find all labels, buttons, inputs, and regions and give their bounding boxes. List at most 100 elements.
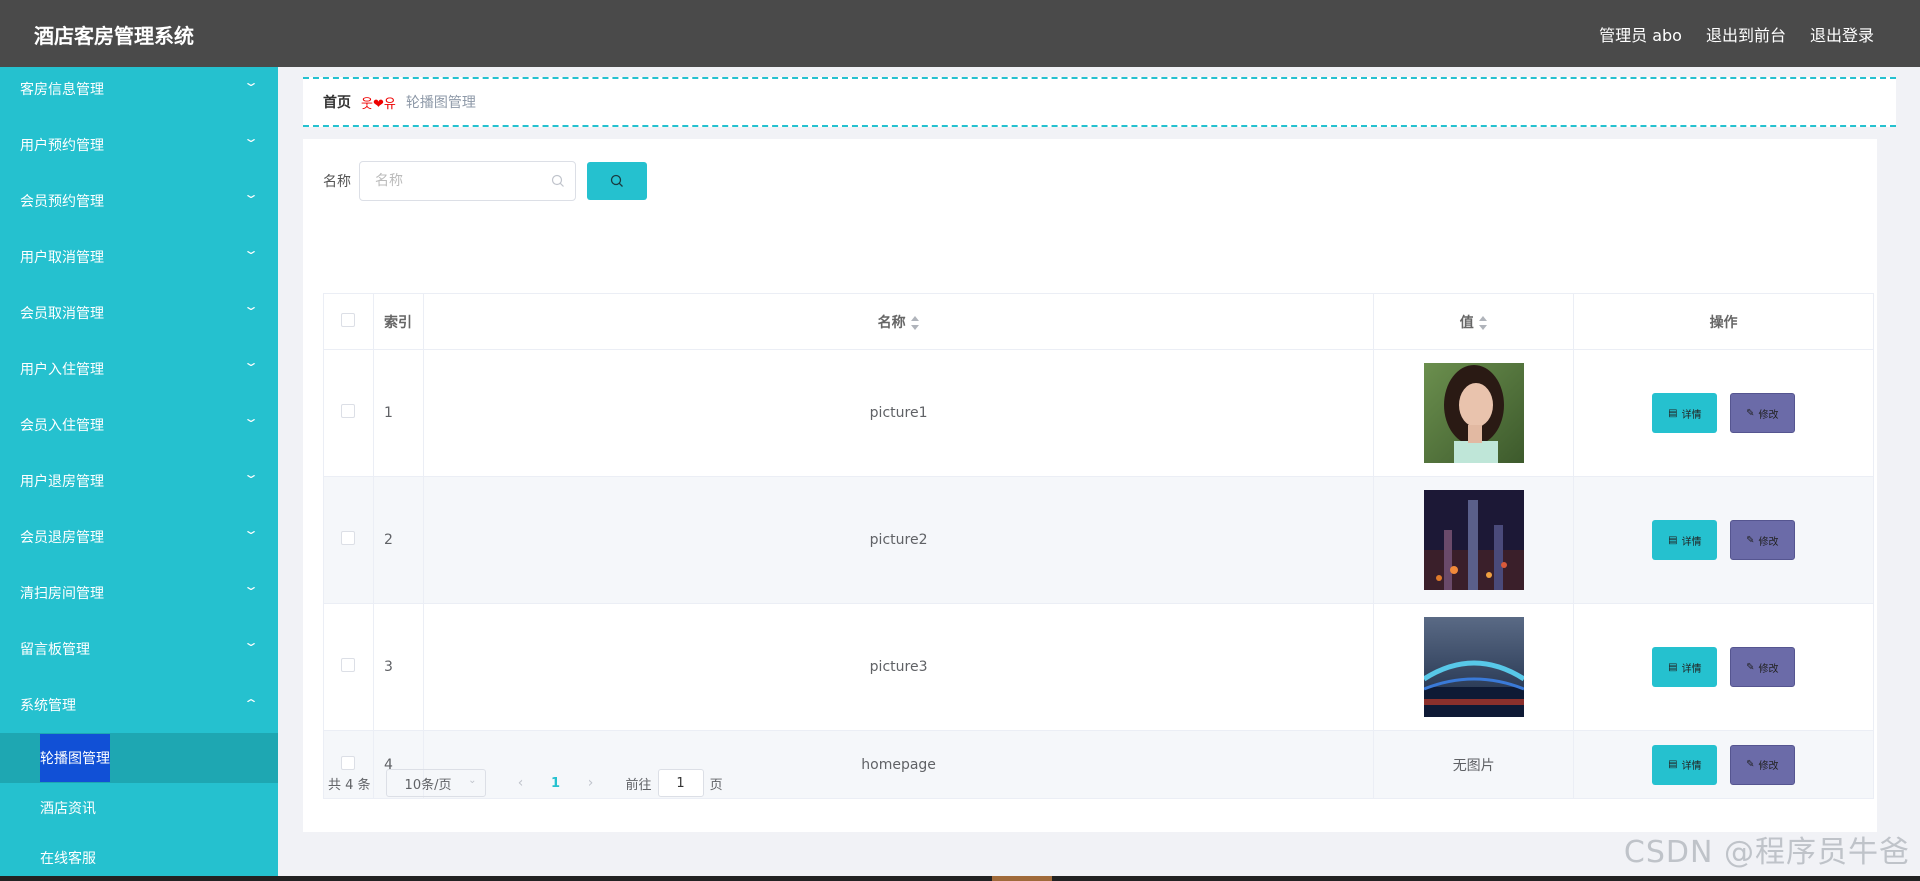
edit-label: 修改 (1758, 663, 1779, 675)
chevron-down-icon: ⌄ (242, 355, 260, 369)
header-name[interactable]: 名称 (422, 293, 1375, 350)
edit-button[interactable]: ✎ 修改 (1729, 393, 1795, 433)
edit-button[interactable]: ✎ 修改 (1729, 744, 1795, 785)
breadcrumb-current: 轮播图管理 (405, 95, 476, 111)
row-select-cell (323, 476, 374, 604)
row-checkbox[interactable] (341, 755, 356, 770)
edit-label: 修改 (1758, 536, 1779, 548)
sidebar-item-member-booking[interactable]: 会员预约管理 ⌄ (0, 173, 278, 229)
sort-icon[interactable] (1478, 315, 1488, 330)
chevron-down-icon: ⌄ (242, 299, 260, 313)
row-value (1373, 476, 1575, 604)
detail-button[interactable]: ▤ 详情 (1652, 393, 1718, 433)
pencil-icon: ✎ (1746, 534, 1755, 546)
row-value (1373, 349, 1575, 477)
detail-button[interactable]: ▤ 详情 (1652, 520, 1718, 560)
prev-page-button[interactable]: ‹ (506, 775, 536, 791)
detail-button[interactable]: ▤ 详情 (1652, 647, 1718, 687)
row-checkbox[interactable] (341, 404, 356, 418)
goto-label: 前往 (625, 777, 652, 793)
row-index: 1 (372, 349, 424, 477)
sidebar-item-label: 会员取消管理 (20, 306, 104, 322)
sidebar-subitem-label: 酒店资讯 (40, 801, 96, 817)
sidebar-subitem-label: 在线客服 (40, 851, 96, 867)
sidebar-item-member-cancel[interactable]: 会员取消管理 ⌄ (0, 285, 278, 341)
detail-label: 详情 (1681, 536, 1702, 548)
bridge-thumbnail (1423, 617, 1524, 717)
row-actions: ▤ 详情 ✎ 修改 (1573, 476, 1874, 604)
sort-icon[interactable] (910, 315, 920, 330)
chevron-down-icon: ⌄ (242, 243, 260, 257)
search-label: 名称 (323, 174, 351, 190)
chevron-down-icon: ⌄ (242, 635, 260, 649)
next-page-button[interactable]: › (576, 775, 606, 791)
sidebar-item-member-checkin[interactable]: 会员入住管理 ⌄ (0, 397, 278, 453)
header-value-label: 值 (1459, 314, 1474, 331)
chevron-down-icon: ⌄ (242, 75, 260, 89)
row-select-cell (323, 603, 374, 731)
page-number[interactable]: 1 (536, 776, 576, 791)
search-button[interactable] (587, 162, 647, 200)
sidebar-item-label: 留言板管理 (20, 642, 90, 658)
row-index: 2 (372, 476, 424, 604)
edit-button[interactable]: ✎ 修改 (1729, 647, 1795, 687)
edit-button[interactable]: ✎ 修改 (1729, 520, 1795, 560)
sidebar-item-system[interactable]: 系统管理 ⌃ (0, 677, 278, 733)
header-actions: 操作 (1573, 293, 1874, 350)
page-size-select[interactable]: 10条/页 ⌄ (385, 769, 486, 797)
table-row: 3 picture3 ▤ 详情 ✎ 修改 (323, 603, 1874, 731)
sidebar-subitem-hotel-news[interactable]: 酒店资讯 (0, 783, 278, 833)
row-checkbox[interactable] (341, 658, 356, 672)
detail-label: 详情 (1681, 761, 1702, 772)
sidebar: 客房信息管理 ⌄ 用户预约管理 ⌄ 会员预约管理 ⌄ 用户取消管理 ⌄ 会员取消管理 ⌄ … (0, 67, 278, 878)
page-size-value: 10条/页 (404, 777, 452, 793)
detail-label: 详情 (1681, 409, 1702, 421)
sidebar-item-label: 清扫房间管理 (20, 586, 104, 602)
sidebar-item-user-checkout[interactable]: 用户退房管理 ⌄ (0, 453, 278, 509)
search-field-wrapper (359, 161, 576, 201)
sidebar-item-user-booking[interactable]: 用户预约管理 ⌄ (0, 117, 278, 173)
breadcrumb-home[interactable]: 首页 (323, 92, 351, 112)
sidebar-item-room-info[interactable]: 客房信息管理 ⌄ (0, 67, 278, 117)
search-row: 名称 (323, 161, 647, 201)
content-card: 名称 索引 名称 值 操作 (303, 139, 1877, 832)
chevron-down-icon: ⌄ (242, 131, 260, 145)
sidebar-item-label: 客房信息管理 (20, 82, 104, 98)
sidebar-item-label: 会员预约管理 (20, 194, 104, 210)
back-to-front-link[interactable]: 退出到前台 (1706, 22, 1786, 46)
document-icon: ▤ (1668, 534, 1678, 546)
chevron-down-icon: ⌄ (242, 523, 260, 537)
sidebar-item-user-checkin[interactable]: 用户入住管理 ⌄ (0, 341, 278, 397)
row-value (1373, 603, 1575, 731)
sidebar-item-user-cancel[interactable]: 用户取消管理 ⌄ (0, 229, 278, 285)
header-value[interactable]: 值 (1373, 293, 1575, 350)
breadcrumb: 首页 웃❤유 轮播图管理 (303, 77, 1896, 127)
search-icon (610, 174, 623, 187)
chevron-down-icon: ⌄ (242, 579, 260, 593)
chevron-down-icon: ⌄ (242, 187, 260, 201)
sidebar-item-message-board[interactable]: 留言板管理 ⌄ (0, 621, 278, 677)
select-all-cell (323, 293, 374, 350)
sidebar-subitem-label: 轮播图管理 (40, 734, 110, 782)
search-icon (551, 173, 565, 192)
sidebar-item-member-checkout[interactable]: 会员退房管理 ⌄ (0, 509, 278, 565)
sidebar-item-label: 用户取消管理 (20, 250, 104, 266)
search-input[interactable] (360, 162, 575, 200)
pagination: 共 4 条 10条/页 ⌄ ‹ 1 › 前往 页 (328, 769, 723, 797)
document-icon: ▤ (1668, 759, 1678, 770)
goto-page-input[interactable] (657, 769, 704, 797)
edit-label: 修改 (1758, 761, 1779, 772)
detail-button[interactable]: ▤ 详情 (1652, 744, 1718, 785)
select-all-checkbox[interactable] (341, 312, 356, 327)
sidebar-subitem-carousel[interactable]: 轮播图管理 (0, 733, 278, 783)
document-icon: ▤ (1668, 407, 1678, 419)
sidebar-subitem-online-service[interactable]: 在线客服 (0, 833, 278, 878)
top-header: 酒店客房管理系统 管理员 abo 退出到前台 退出登录 (0, 0, 1920, 67)
row-checkbox[interactable] (341, 531, 356, 545)
admin-label: 管理员 abo (1599, 26, 1682, 45)
table-row: 2 picture2 ▤ 详情 ✎ 修改 (323, 476, 1874, 604)
pagination-total: 共 4 条 (328, 777, 371, 793)
sidebar-item-room-cleaning[interactable]: 清扫房间管理 ⌄ (0, 565, 278, 621)
edit-label: 修改 (1758, 409, 1779, 421)
logout-link[interactable]: 退出登录 (1810, 22, 1874, 46)
